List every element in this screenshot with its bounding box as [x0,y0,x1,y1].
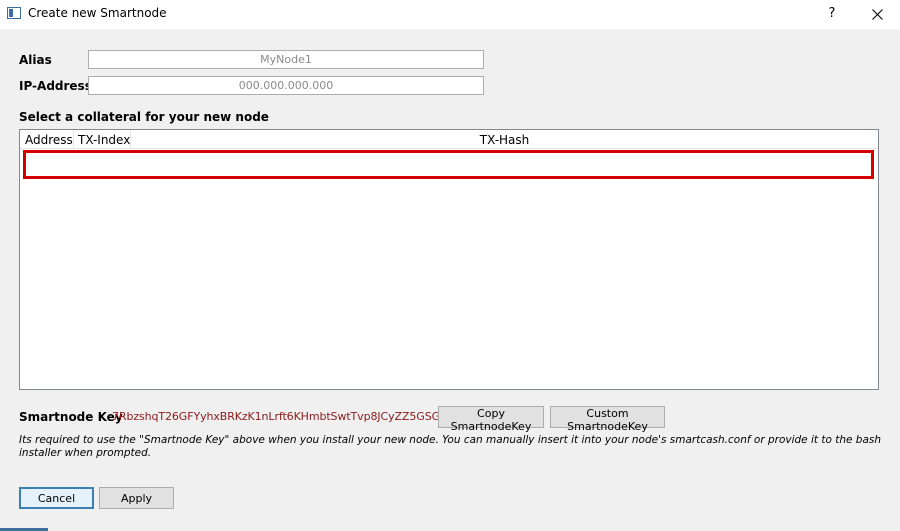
column-header-tx-hash[interactable]: TX-Hash [131,130,878,149]
alias-input[interactable] [88,50,484,69]
copy-smartnode-key-button[interactable]: Copy SmartnodeKey [438,406,544,433]
ip-address-input[interactable] [88,76,484,95]
close-button[interactable] [862,2,892,26]
smartnode-key-value: 7RbzshqT26GFYyhxBRKzK1nLrft6KHmbtSwtTvp8… [112,410,450,423]
title-bar: Create new Smartnode ? [0,0,900,29]
help-button[interactable]: ? [820,2,844,26]
custom-smartnode-key-button[interactable]: Custom SmartnodeKey [550,406,665,433]
window-app-icon [7,7,21,19]
alias-label: Alias [19,53,52,67]
smartnode-key-info: Its required to use the "Smartnode Key" … [19,434,882,459]
window-title: Create new Smartnode [28,6,167,20]
close-icon [872,9,883,20]
column-divider [20,130,74,149]
column-divider [74,130,131,149]
table-row[interactable] [23,150,874,179]
cancel-button[interactable]: Cancel [19,487,94,509]
apply-button[interactable]: Apply [99,487,174,509]
collateral-heading: Select a collateral for your new node [19,110,269,124]
ip-address-label: IP-Address [19,79,92,93]
table-header: Address TX-Index TX-Hash [20,130,878,149]
smartnode-key-label: Smartnode Key [19,410,123,424]
collateral-table[interactable]: Address TX-Index TX-Hash [19,129,879,390]
